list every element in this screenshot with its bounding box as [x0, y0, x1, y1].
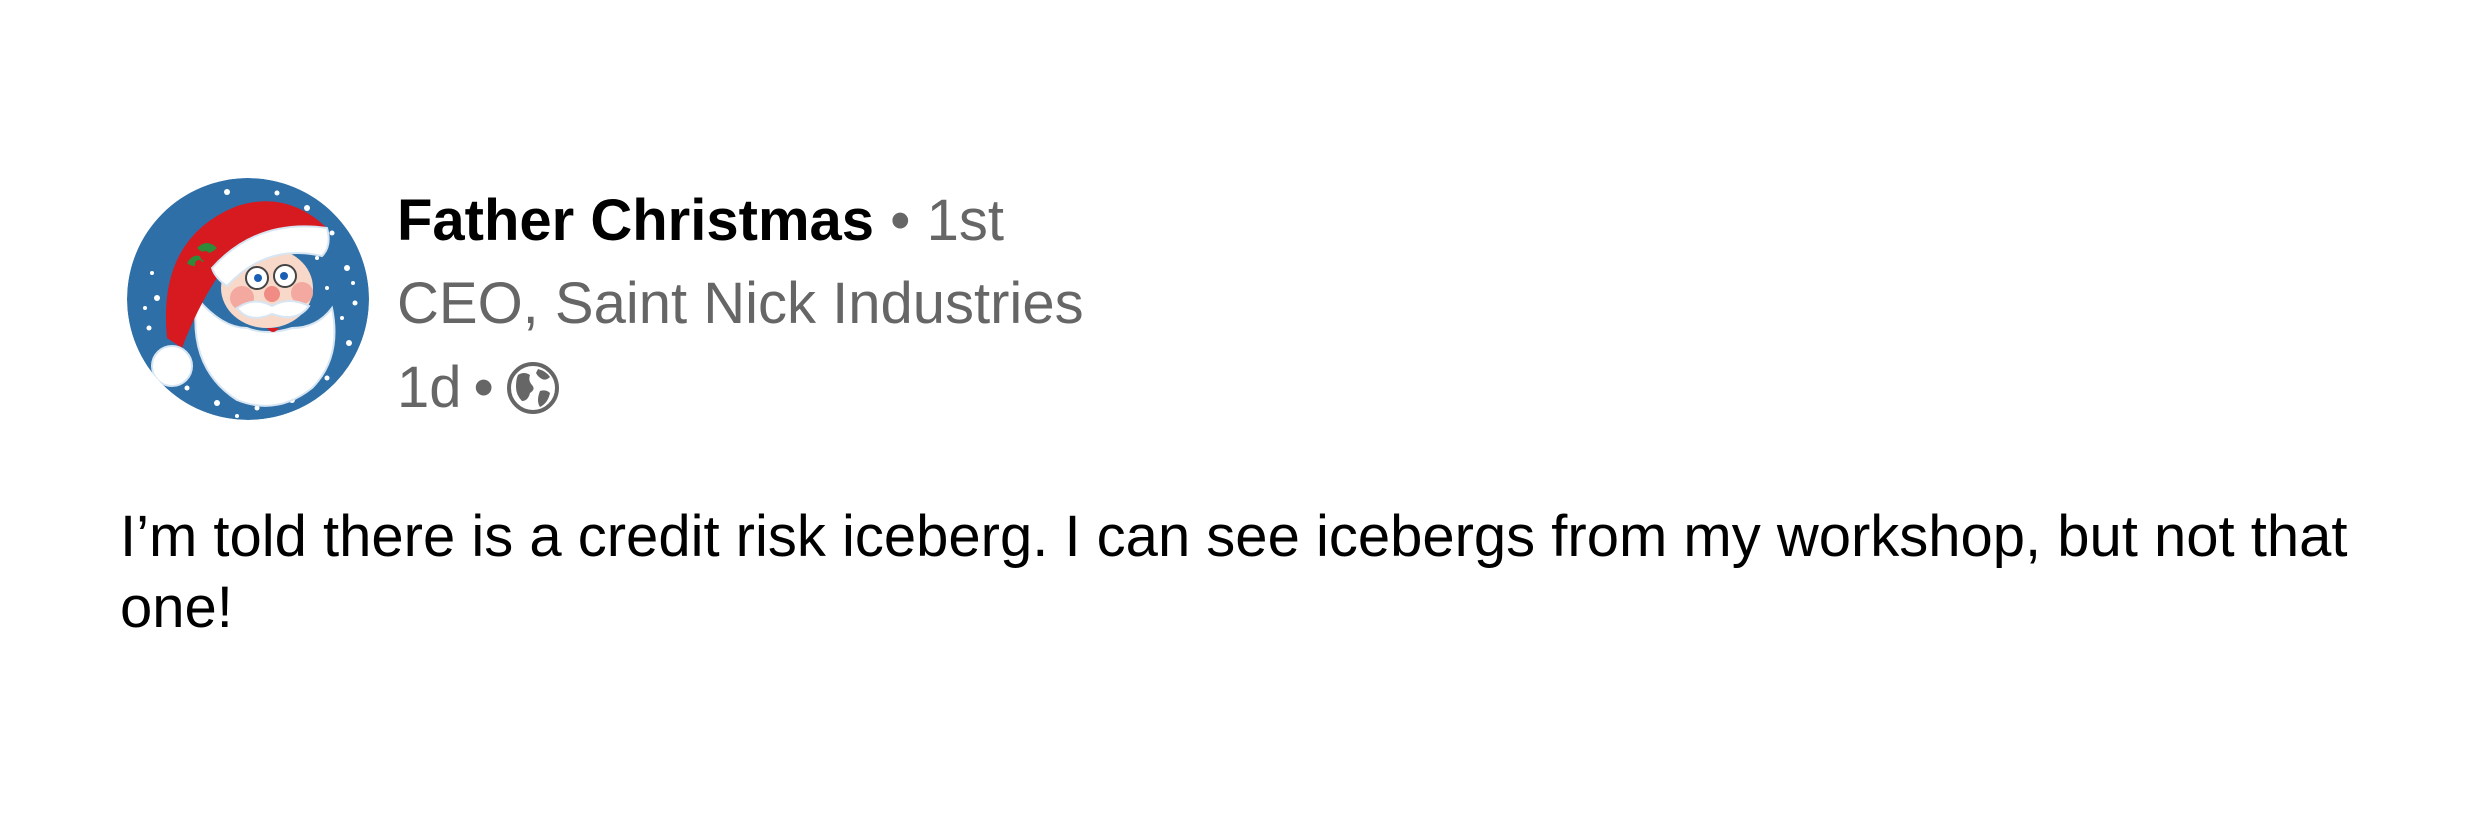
- feed-post: Father Christmas • 1st CEO, Saint Nick I…: [0, 0, 2480, 827]
- author-name[interactable]: Father Christmas: [397, 188, 874, 253]
- post-meta: 1d •: [397, 353, 1084, 423]
- connection-degree: 1st: [926, 188, 1004, 253]
- globe-icon[interactable]: [506, 361, 560, 415]
- author-headline: CEO, Saint Nick Industries: [397, 271, 1084, 336]
- author-avatar[interactable]: [127, 178, 369, 420]
- santa-claus-avatar-icon: [127, 178, 369, 420]
- post-author-block: Father Christmas • 1st CEO, Saint Nick I…: [397, 186, 1084, 423]
- post-timestamp[interactable]: 1d: [397, 353, 462, 423]
- separator-dot: •: [473, 355, 494, 420]
- post-body-text: I’m told there is a credit risk iceberg.…: [120, 504, 2348, 640]
- author-name-line: Father Christmas • 1st: [397, 186, 1084, 256]
- separator-dot: •: [890, 188, 911, 253]
